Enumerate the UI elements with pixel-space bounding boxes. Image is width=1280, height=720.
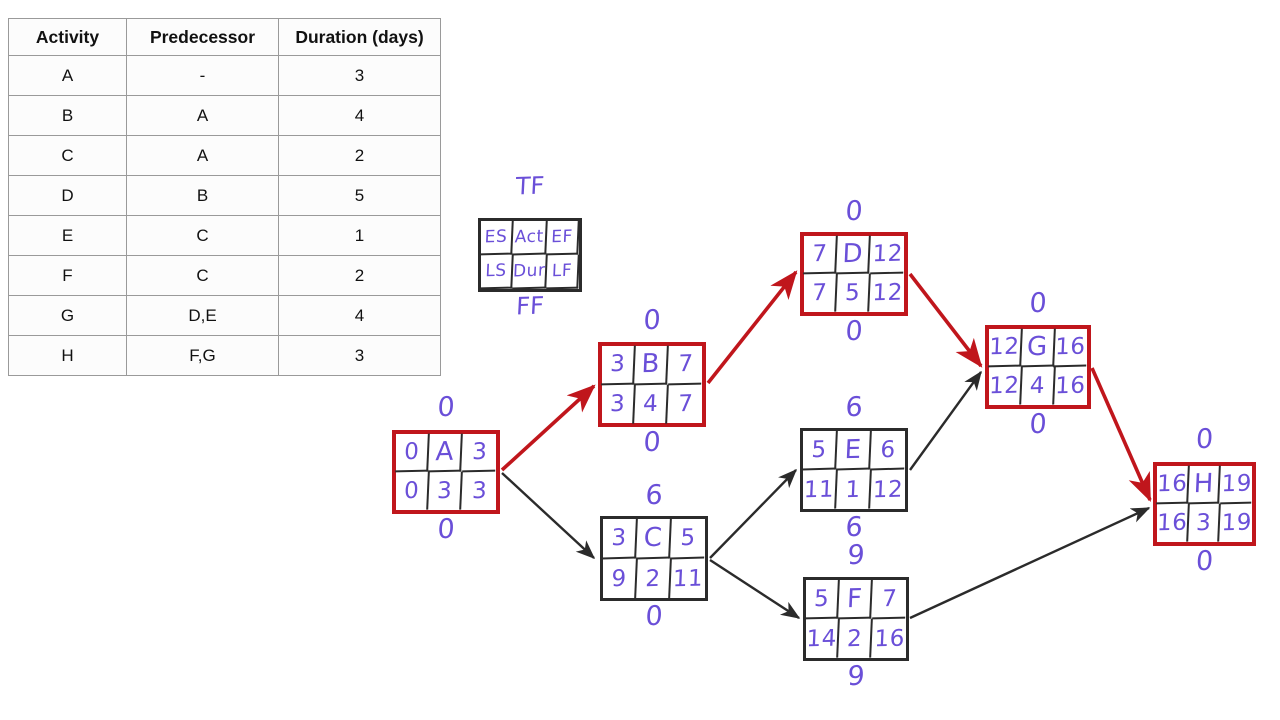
node-h-ls: 16 [1156, 503, 1191, 543]
node-f-dur: 2 [838, 618, 874, 659]
node-c-ls: 9 [602, 558, 638, 599]
node-f-free-float: 9 [846, 660, 866, 693]
node-f-es: 5 [805, 579, 841, 620]
node-g-ef: 16 [1053, 328, 1088, 368]
node-b-lf: 7 [677, 390, 694, 417]
node-e-ls: 11 [802, 469, 838, 510]
legend-cell-lf: LF [546, 254, 580, 290]
node-h-es: 16 [1156, 465, 1191, 505]
node-f-act: F [838, 579, 874, 620]
node-c-dur: 2 [636, 558, 672, 599]
node-b-es: 3 [601, 345, 637, 385]
legend-node-key: ES Act EF LS Dur LF [478, 218, 582, 292]
node-g[interactable]: 12 G 16 12 4 16 [985, 325, 1091, 409]
edge-f-h [909, 506, 1151, 620]
node-b-dur: 4 [634, 384, 670, 424]
legend-cell-ls: LS [480, 254, 514, 290]
legend-cell-dur: Dur [512, 254, 548, 290]
node-e-ef: 6 [870, 430, 906, 471]
node-a-dur: 3 [428, 471, 464, 511]
node-f-ls: 14 [805, 618, 841, 659]
node-d-free-float: 0 [844, 315, 864, 348]
node-c-free-float: 0 [644, 600, 664, 633]
node-h-lf: 19 [1220, 509, 1253, 537]
node-e-dur: 1 [836, 469, 872, 510]
node-b-free-float: 0 [642, 426, 662, 459]
edge-c-e [709, 468, 798, 559]
node-g-free-float: 0 [1028, 408, 1048, 441]
edge-g-h [1090, 367, 1152, 502]
legend-free-float-label: FF [515, 291, 545, 321]
node-f-total-float: 9 [846, 539, 866, 572]
edge-c-f [709, 558, 801, 620]
edge-a-c [501, 472, 596, 559]
node-a-es: 0 [395, 433, 431, 473]
edge-e-g [909, 370, 982, 471]
node-d-es: 7 [803, 235, 839, 275]
node-h-ef: 19 [1219, 465, 1253, 505]
node-b-ef: 7 [667, 345, 703, 385]
node-e-total-float: 6 [844, 391, 864, 424]
node-d-total-float: 0 [844, 195, 864, 228]
node-h-dur: 3 [1188, 503, 1222, 543]
edge-a-b [500, 384, 596, 472]
node-a-free-float: 0 [436, 513, 456, 546]
node-c-ef: 5 [670, 518, 706, 559]
node-a-ls: 0 [395, 471, 431, 511]
edge-b-d [706, 270, 798, 385]
node-f-ef: 7 [871, 579, 907, 620]
node-g-ls: 12 [988, 366, 1023, 406]
node-e-es: 5 [802, 430, 838, 471]
node-e-act: E [836, 430, 872, 471]
node-d[interactable]: 7 D 12 7 5 12 [800, 232, 908, 316]
node-a-total-float: 0 [436, 391, 456, 424]
node-a-ef: 3 [461, 433, 497, 473]
node-b-act: B [634, 345, 670, 385]
node-h-free-float: 0 [1195, 545, 1214, 578]
node-a-lf: 3 [471, 477, 488, 505]
node-e[interactable]: 5 E 6 11 1 12 [800, 428, 908, 512]
node-c-act: C [636, 518, 672, 559]
node-d-ef: 12 [869, 235, 905, 275]
node-g-lf: 16 [1054, 372, 1087, 400]
legend-cell-es: ES [480, 220, 514, 256]
node-d-lf: 12 [871, 279, 904, 307]
node-d-dur: 5 [836, 273, 872, 313]
node-c-total-float: 6 [644, 479, 664, 512]
network-diagram: TF ES Act EF LS Dur LF FF 0 0 A 3 0 3 3 … [0, 0, 1280, 720]
node-e-lf: 12 [872, 476, 904, 503]
node-b[interactable]: 3 B 7 3 4 7 [598, 342, 706, 427]
legend-cell-ef: EF [546, 220, 580, 256]
node-d-act: D [836, 235, 872, 275]
node-f[interactable]: 5 F 7 14 2 16 [803, 577, 909, 661]
node-c-es: 3 [602, 518, 638, 559]
node-f-lf: 16 [873, 625, 906, 652]
edge-d-g [908, 272, 983, 368]
node-d-ls: 7 [803, 273, 839, 313]
node-h[interactable]: 16 H 19 16 3 19 [1153, 462, 1256, 546]
node-g-es: 12 [988, 328, 1023, 368]
legend-total-float-label: TF [514, 171, 546, 201]
node-b-ls: 3 [601, 384, 637, 424]
node-g-total-float: 0 [1028, 287, 1048, 320]
node-c-lf: 11 [672, 564, 704, 592]
node-g-act: G [1020, 328, 1056, 368]
node-c[interactable]: 3 C 5 9 2 11 [600, 516, 708, 601]
node-h-total-float: 0 [1195, 423, 1214, 456]
legend-cell-act: Act [512, 220, 548, 256]
node-b-total-float: 0 [642, 304, 662, 337]
node-a-act: A [428, 433, 464, 473]
node-h-act: H [1188, 465, 1222, 505]
node-a[interactable]: 0 A 3 0 3 3 [392, 430, 500, 514]
node-g-dur: 4 [1020, 366, 1056, 406]
